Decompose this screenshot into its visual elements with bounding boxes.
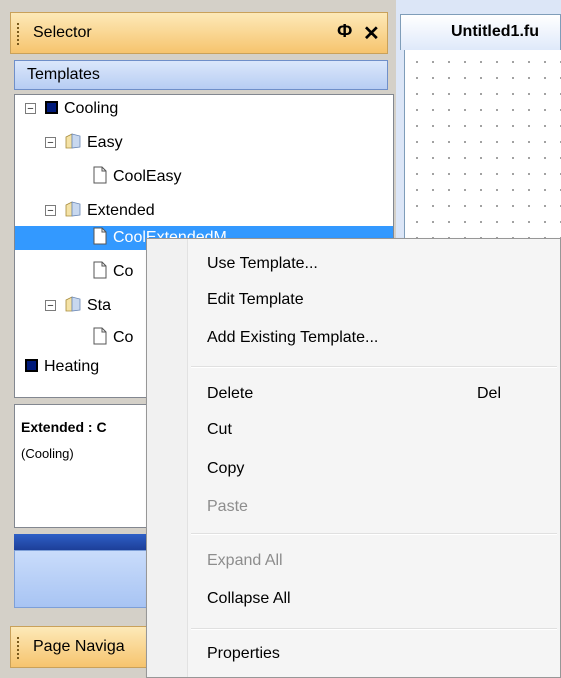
menu-item-paste: Paste [207, 498, 248, 515]
tree-item-label: Sta [87, 297, 112, 314]
tree-item-easy[interactable]: Easy [65, 129, 123, 157]
menu-item-collapse-all[interactable]: Collapse All [207, 590, 291, 608]
menu-item-expand-all: Expand All [207, 552, 283, 569]
menu-icon-gutter [147, 239, 188, 677]
tree-item-heating[interactable]: Heating [25, 353, 99, 381]
selector-title: Selector [33, 24, 92, 41]
folder-icon [65, 201, 81, 217]
menu-item-cut[interactable]: Cut [207, 421, 232, 439]
tree-item-label: Co [113, 329, 134, 346]
document-icon [93, 227, 107, 245]
menu-item-properties[interactable]: Properties [207, 645, 280, 663]
tree-item-co[interactable]: Co [93, 258, 133, 286]
tab-untitled1[interactable]: Untitled1.fu [400, 14, 561, 50]
tree-item-label: Co [113, 263, 134, 280]
delete-shortcut: Del [477, 385, 502, 402]
tree-item-label: Cooling [64, 100, 119, 117]
context-menu: Use Template... Edit Template Add Existi… [146, 238, 561, 678]
tree-item-label: Easy [87, 134, 123, 151]
navy-square-icon [25, 359, 38, 373]
tree-item-extended[interactable]: Extended [65, 197, 155, 225]
document-icon [93, 261, 107, 279]
menu-separator [191, 533, 557, 535]
tree-item-sta[interactable]: Sta [65, 292, 111, 320]
document-icon [93, 327, 107, 345]
collapse-toggle-icon[interactable]: − [45, 300, 56, 312]
drag-grip-icon[interactable] [17, 23, 22, 45]
description-subtitle: (Cooling) [21, 446, 74, 461]
tree-item-label: Heating [44, 358, 100, 375]
menu-separator [191, 628, 557, 630]
menu-item-use-template[interactable]: Use Template... [207, 255, 318, 273]
close-icon[interactable]: ✕ [363, 21, 380, 46]
drag-grip-icon[interactable] [17, 637, 22, 659]
selector-panel-header: Selector Ф ✕ [10, 12, 388, 54]
menu-item-delete[interactable]: Delete [207, 385, 253, 403]
tree-item-label: Extended [87, 202, 155, 219]
description-title: Extended : C [21, 419, 107, 435]
tree-item-cooling[interactable]: Cooling [45, 95, 118, 123]
navy-square-icon [45, 101, 58, 115]
menu-item-edit-template[interactable]: Edit Template [207, 291, 304, 309]
templates-label: Templates [27, 66, 100, 83]
templates-header[interactable]: Templates [14, 60, 388, 90]
document-icon [93, 166, 107, 184]
tree-item-label: CoolEasy [113, 168, 182, 185]
menu-item-copy[interactable]: Copy [207, 460, 244, 478]
tree-item-co-2[interactable]: Co [93, 324, 133, 352]
pin-icon[interactable]: Ф [337, 21, 352, 42]
folder-icon [65, 296, 81, 312]
collapse-toggle-icon[interactable]: − [45, 205, 56, 217]
collapse-toggle-icon[interactable]: − [45, 137, 56, 149]
tab-label: Untitled1.fu [451, 23, 539, 40]
tree-item-cooleasy[interactable]: CoolEasy [93, 163, 181, 191]
collapse-toggle-icon[interactable]: − [25, 103, 36, 115]
menu-item-add-existing-template[interactable]: Add Existing Template... [207, 329, 378, 347]
page-navigator-title: Page Naviga [33, 638, 125, 655]
menu-separator [191, 366, 557, 368]
folder-icon [65, 133, 81, 149]
